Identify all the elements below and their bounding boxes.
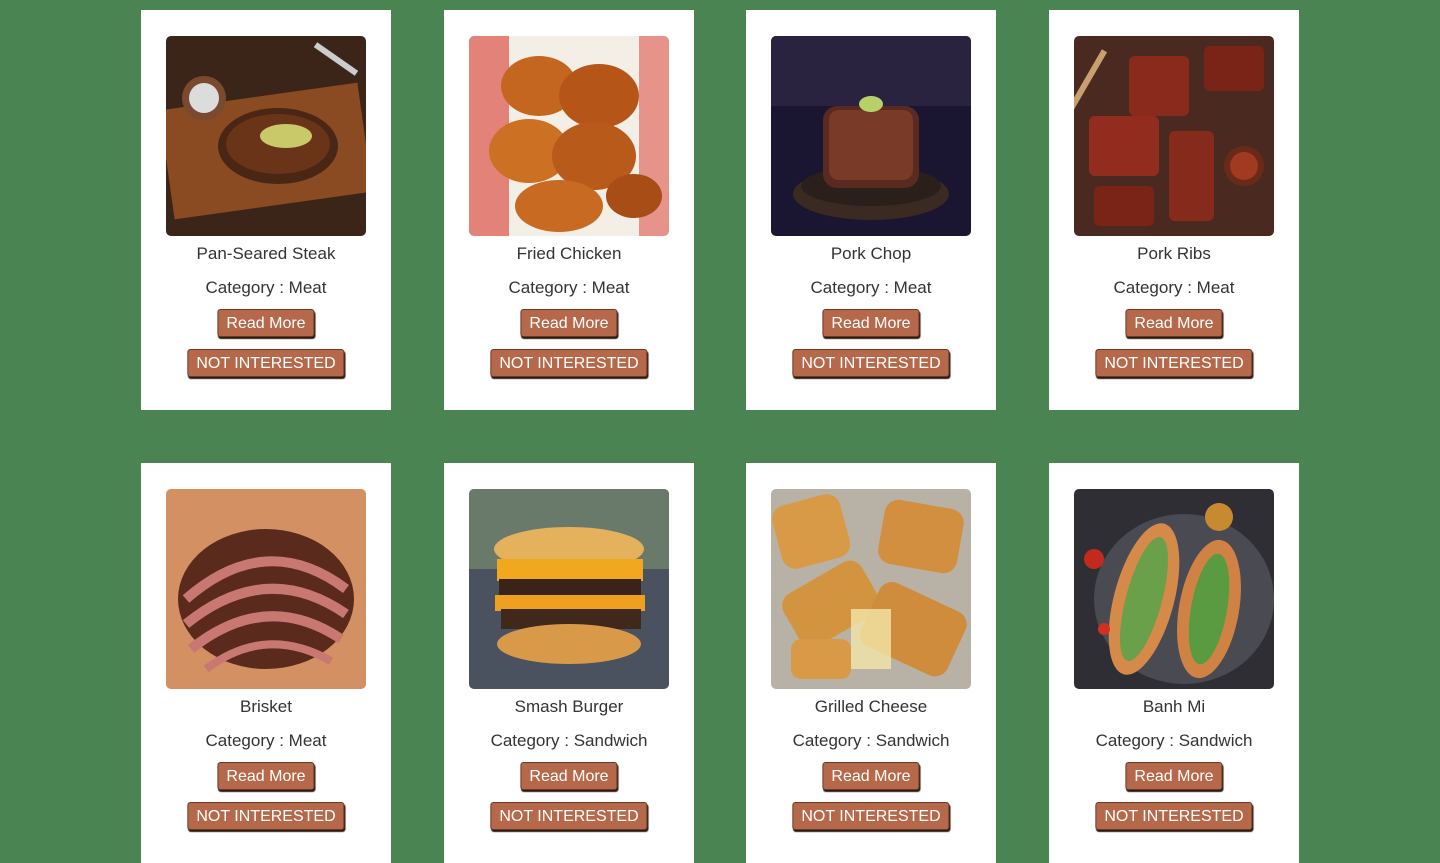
not-interested-button[interactable]: NOT INTERESTED [792, 349, 950, 377]
recipe-card: Grilled Cheese Category : Sandwich Read … [746, 463, 996, 863]
not-interested-button[interactable]: NOT INTERESTED [792, 802, 950, 830]
read-more-button[interactable]: Read More [1125, 762, 1223, 790]
read-more-button[interactable]: Read More [822, 762, 920, 790]
brisket-photo [166, 489, 366, 689]
recipe-card: Pork Chop Category : Meat Read More NOT … [746, 10, 996, 410]
recipe-card: Fried Chicken Category : Meat Read More … [444, 10, 694, 410]
recipe-card: Pork Ribs Category : Meat Read More NOT … [1049, 10, 1299, 410]
recipe-card: Pan-Seared Steak Category : Meat Read Mo… [141, 10, 391, 410]
read-more-button[interactable]: Read More [217, 762, 315, 790]
recipe-title: Smash Burger [514, 697, 624, 716]
read-more-button[interactable]: Read More [520, 762, 618, 790]
not-interested-button[interactable]: NOT INTERESTED [1095, 802, 1253, 830]
banh-mi-photo [1074, 489, 1274, 689]
pork-ribs-photo [1074, 36, 1274, 236]
smash-burger-photo [469, 489, 669, 689]
read-more-button[interactable]: Read More [217, 309, 315, 337]
recipe-category: Category : Meat [810, 278, 932, 297]
pan-seared-steak-photo [166, 36, 366, 236]
recipe-category: Category : Meat [1113, 278, 1235, 297]
recipe-title: Brisket [240, 697, 292, 716]
recipe-category: Category : Meat [205, 731, 327, 750]
recipe-title: Pork Ribs [1137, 244, 1211, 263]
not-interested-button[interactable]: NOT INTERESTED [490, 802, 648, 830]
recipe-category: Category : Meat [205, 278, 327, 297]
not-interested-button[interactable]: NOT INTERESTED [490, 349, 648, 377]
recipe-title: Fried Chicken [516, 244, 622, 263]
recipe-category: Category : Sandwich [1095, 731, 1253, 750]
recipe-category: Category : Sandwich [792, 731, 950, 750]
not-interested-button[interactable]: NOT INTERESTED [187, 349, 345, 377]
recipe-card: Banh Mi Category : Sandwich Read More NO… [1049, 463, 1299, 863]
recipe-card: Smash Burger Category : Sandwich Read Mo… [444, 463, 694, 863]
read-more-button[interactable]: Read More [1125, 309, 1223, 337]
recipe-category: Category : Sandwich [490, 731, 648, 750]
recipe-title: Grilled Cheese [814, 697, 928, 716]
recipe-title: Banh Mi [1142, 697, 1206, 716]
read-more-button[interactable]: Read More [520, 309, 618, 337]
recipe-category: Category : Meat [508, 278, 630, 297]
read-more-button[interactable]: Read More [822, 309, 920, 337]
fried-chicken-photo [469, 36, 669, 236]
not-interested-button[interactable]: NOT INTERESTED [187, 802, 345, 830]
not-interested-button[interactable]: NOT INTERESTED [1095, 349, 1253, 377]
pork-chop-photo [771, 36, 971, 236]
recipe-title: Pan-Seared Steak [196, 244, 336, 263]
recipe-title: Pork Chop [830, 244, 912, 263]
recipe-card: Brisket Category : Meat Read More NOT IN… [141, 463, 391, 863]
grilled-cheese-photo [771, 489, 971, 689]
